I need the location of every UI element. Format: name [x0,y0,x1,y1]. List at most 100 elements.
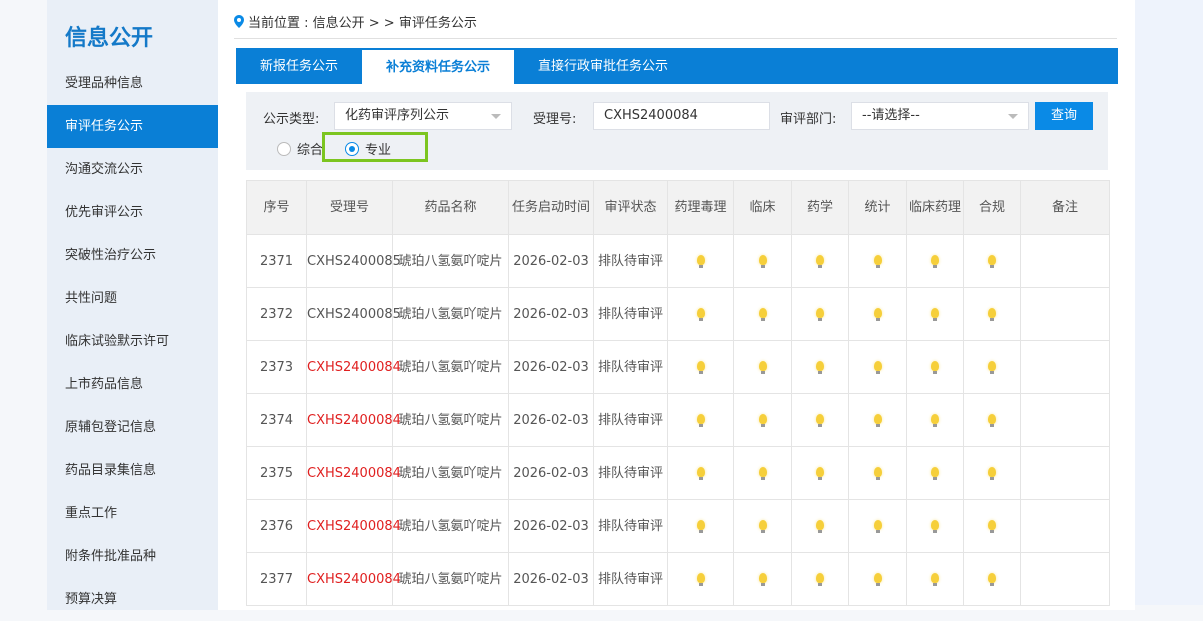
query-button[interactable]: 查询 [1035,102,1093,130]
lightbulb-icon[interactable] [873,413,882,427]
cell-id[interactable]: CXHS2400085 [306,234,401,288]
acceptance-input[interactable]: CXHS2400084 [593,102,770,130]
sidebar-item[interactable]: 附条件批准品种 [47,535,218,578]
main-content: 当前位置 : 信息公开 > > 审评任务公示 新报任务公示 补充资料任务公示 直… [218,0,1135,610]
lightbulb-icon[interactable] [816,413,824,427]
lightbulb-icon[interactable] [758,572,767,586]
tab-new-report[interactable]: 新报任务公示 [236,48,362,84]
lightbulb-icon[interactable] [931,519,939,533]
lightbulb-icon[interactable] [758,360,767,374]
sidebar-item[interactable]: 受理品种信息 [47,62,218,105]
chevron-down-icon [491,114,501,119]
lightbulb-icon[interactable] [816,307,824,321]
cell-id[interactable]: CXHS2400084 [306,446,401,500]
cell-date: 2026-02-03 [508,499,594,553]
lightbulb-icon[interactable] [816,360,824,374]
lightbulb-icon[interactable] [931,360,939,374]
cell-id[interactable]: CXHS2400084 [306,499,401,553]
lightbulb-icon[interactable] [696,360,705,374]
lightbulb-icon[interactable] [988,413,996,427]
cell-id[interactable]: CXHS2400084 [306,340,401,394]
sidebar-item[interactable]: 突破性治疗公示 [47,234,218,277]
sidebar-item[interactable]: 共性问题 [47,277,218,320]
lightbulb-icon[interactable] [988,466,996,480]
cell-review-status [667,446,734,500]
lightbulb-icon[interactable] [696,466,705,480]
cell-review-status [848,499,907,553]
lightbulb-icon[interactable] [873,466,882,480]
lightbulb-icon[interactable] [696,519,705,533]
task-table: 序号 受理号 药品名称 任务启动时间 审评状态 药理毒理 临床 药学 统计 临床药理 合规 备注 23… [246,180,1110,606]
lightbulb-icon[interactable] [931,307,939,321]
lightbulb-icon[interactable] [816,466,824,480]
lightbulb-icon[interactable] [816,254,824,268]
sidebar-item[interactable]: 上市药品信息 [47,363,218,406]
cell-review-status [963,287,1021,341]
cell-name: 琥珀八氢氨吖啶片 [392,234,509,288]
lightbulb-icon[interactable] [873,519,882,533]
cell-review-status [791,446,849,500]
lightbulb-icon[interactable] [696,572,705,586]
cell-name: 琥珀八氢氨吖啶片 [392,287,509,341]
lightbulb-icon[interactable] [931,254,939,268]
cell-review-status [963,393,1021,447]
lightbulb-icon[interactable] [696,307,705,321]
cell-review-status [733,234,792,288]
lightbulb-icon[interactable] [758,307,767,321]
sidebar-item[interactable]: 沟通交流公示 [47,148,218,191]
lightbulb-icon[interactable] [758,466,767,480]
tab-supplement[interactable]: 补充资料任务公示 [362,50,515,84]
lightbulb-icon[interactable] [873,254,882,268]
cell-review-status [733,499,792,553]
table-row: 2375 CXHS2400084 琥珀八氢氨吖啶片 2026-02-03 排队待审评 [246,446,1110,500]
cell-review-status [791,234,849,288]
dept-label: 审评部门: [780,112,837,127]
lightbulb-icon[interactable] [696,413,705,427]
cell-remark [1020,287,1110,341]
type-select[interactable]: 化药审评序列公示 [334,102,512,130]
lightbulb-icon[interactable] [696,254,705,268]
cell-review-status [733,340,792,394]
dept-select[interactable]: --请选择-- [851,102,1029,130]
lightbulb-icon[interactable] [758,254,767,268]
cell-id[interactable]: CXHS2400084 [306,552,401,606]
cell-id[interactable]: CXHS2400085 [306,287,401,341]
cell-status: 排队待审评 [593,446,668,500]
sidebar-item[interactable]: 重点工作 [47,492,218,535]
sidebar-item[interactable]: 优先审评公示 [47,191,218,234]
lightbulb-icon[interactable] [931,572,939,586]
lightbulb-icon[interactable] [988,572,996,586]
lightbulb-icon[interactable] [988,519,996,533]
lightbulb-icon[interactable] [758,413,767,427]
lightbulb-icon[interactable] [873,307,882,321]
cell-review-status [906,552,964,606]
cell-review-status [906,446,964,500]
lightbulb-icon[interactable] [816,519,824,533]
right-panel [1135,0,1203,605]
lightbulb-icon[interactable] [816,572,824,586]
radio-circle[interactable] [277,141,291,156]
lightbulb-icon[interactable] [931,413,939,427]
cell-id[interactable]: CXHS2400084 [306,393,401,447]
sidebar-item[interactable]: 临床试验默示许可 [47,320,218,363]
tab-direct-approval[interactable]: 直接行政审批任务公示 [514,48,692,84]
column-header: 统计 [848,180,907,235]
radio-general[interactable]: 综合 [277,139,323,158]
lightbulb-icon[interactable] [931,466,939,480]
lightbulb-icon[interactable] [758,519,767,533]
table-row: 2376 CXHS2400084 琥珀八氢氨吖啶片 2026-02-03 排队待审评 [246,499,1110,553]
lightbulb-icon[interactable] [873,572,882,586]
sidebar: 信息公开 受理品种信息 审评任务公示 沟通交流公示 优先审评公示 突破性治疗公示 共性问题… [47,0,218,610]
sidebar-item[interactable]: 审评任务公示 [47,105,218,148]
lightbulb-icon[interactable] [988,360,996,374]
cell-status: 排队待审评 [593,393,668,447]
cell-name: 琥珀八氢氨吖啶片 [392,340,509,394]
sidebar-item[interactable]: 预算决算 [47,578,218,621]
table-row: 2372 CXHS2400085 琥珀八氢氨吖啶片 2026-02-03 排队待审评 [246,287,1110,341]
sidebar-item[interactable]: 药品目录集信息 [47,449,218,492]
location-pin-icon [234,15,244,28]
lightbulb-icon[interactable] [988,307,996,321]
sidebar-item[interactable]: 原辅包登记信息 [47,406,218,449]
lightbulb-icon[interactable] [873,360,882,374]
lightbulb-icon[interactable] [988,254,996,268]
